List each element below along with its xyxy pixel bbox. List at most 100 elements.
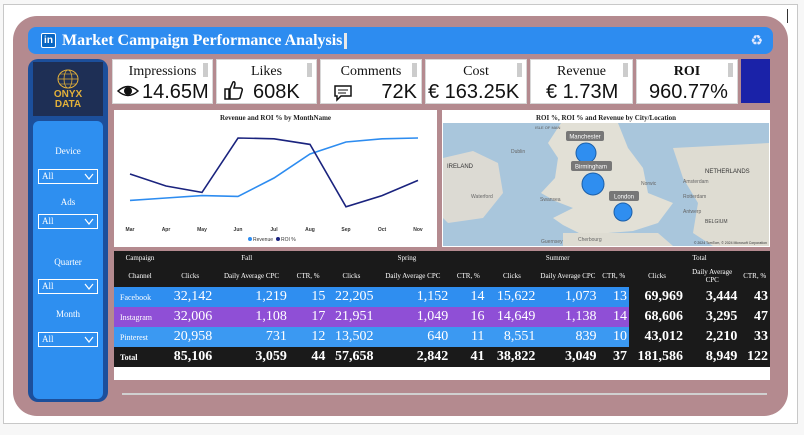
- filter-label-quarter: Quarter: [54, 257, 82, 267]
- filter-label-device: Device: [55, 146, 81, 156]
- ads-select[interactable]: All: [38, 214, 98, 229]
- table-row[interactable]: Pinterest 20,958 731 12 13,502 640 11 8,551 839 1…: [114, 327, 770, 347]
- header-clicks[interactable]: Clicks: [166, 265, 214, 287]
- header-clicks[interactable]: Clicks: [486, 265, 537, 287]
- line-chart-panel[interactable]: Revenue and ROI % by MonthName Mar Apr May…: [114, 110, 437, 247]
- value-cell: 15,622: [496, 289, 536, 304]
- text-cursor: [344, 32, 348, 49]
- value-cell: 47: [739, 307, 770, 327]
- value-cell: 14: [470, 289, 485, 304]
- kpi-cost: Cost € 163.25K: [425, 59, 527, 104]
- line-chart: Mar Apr May Jun Jul Aug Sep Oct Nov Revenue ROI %: [126, 137, 423, 243]
- map-label-rotterdam: Rotterdam: [683, 194, 706, 200]
- value-cell: 1,108: [255, 309, 287, 324]
- kpi-scroll-handle: [203, 63, 208, 77]
- settings-icon[interactable]: ♻: [750, 32, 763, 49]
- value-cell: 38,822: [496, 349, 536, 364]
- value-cell: 15: [311, 289, 326, 304]
- linkedin-icon[interactable]: in: [41, 33, 56, 48]
- value-cell: 43,012: [629, 327, 686, 347]
- chevron-down-icon: [84, 283, 94, 290]
- value-cell: 14: [613, 309, 628, 324]
- kpi-likes-label: Likes: [250, 64, 283, 79]
- value-cell: 16: [470, 309, 485, 324]
- header-channel[interactable]: Channel: [114, 265, 166, 287]
- value-cell: 22,205: [335, 289, 374, 304]
- map-label-isle-of-man: ISLE OF MAN: [535, 125, 560, 130]
- header-summer[interactable]: Summer: [486, 251, 629, 265]
- x-tick-label: Apr: [162, 227, 171, 233]
- chevron-down-icon: [84, 218, 94, 225]
- value-cell: 1,138: [565, 309, 597, 324]
- map-label-antwerp: Antwerp: [683, 209, 702, 215]
- kpi-comments: Comments 72K: [320, 59, 422, 104]
- value-cell: 33: [739, 327, 770, 347]
- kpi-scroll-handle: [307, 63, 312, 77]
- header-ctr[interactable]: CTR, %: [599, 265, 630, 287]
- title-bar: in Market Campaign Performance Analysis …: [28, 27, 773, 54]
- value-cell: 20,958: [173, 329, 213, 344]
- channel-cell: Instagram: [120, 312, 152, 322]
- header-spring[interactable]: Spring: [327, 251, 486, 265]
- header-cpc[interactable]: Daily Average CPC: [376, 265, 451, 287]
- header-cpc[interactable]: Daily Average CPC: [685, 265, 739, 287]
- table-row[interactable]: Instagram 32,006 1,108 17 21,951 1,049 16 14,64…: [114, 307, 770, 327]
- header-ctr[interactable]: CTR, %: [450, 265, 486, 287]
- table-row[interactable]: Total 85,106 3,059 44 57,658 2,842 41 38,822 3,0…: [114, 347, 770, 367]
- kpi-cost-label: Cost: [463, 64, 489, 79]
- header-ctr[interactable]: CTR, %: [289, 265, 327, 287]
- map-label-norwich: Norwic: [641, 181, 657, 187]
- ads-select-value: All: [42, 216, 54, 226]
- header-campaign: Campaign: [125, 254, 155, 262]
- value-cell: 17: [311, 309, 326, 324]
- thumbs-up-icon: [224, 81, 244, 100]
- legend-label: Revenue: [253, 237, 273, 243]
- x-tick-label: Jun: [234, 227, 243, 233]
- filter-panel: Device All Ads All Quarter All Month All: [33, 121, 103, 399]
- kpi-likes-value: 608K: [253, 81, 300, 103]
- kpi-roi-value: 960.77%: [649, 81, 728, 103]
- header-clicks[interactable]: Clicks: [629, 265, 685, 287]
- header-fall[interactable]: Fall: [166, 251, 327, 265]
- kpi-cost-value: € 163.25K: [428, 81, 520, 103]
- onyx-data-logo: ONYX DATA: [33, 62, 103, 116]
- value-cell: 8,551: [503, 329, 536, 344]
- series-line-roi[interactable]: [129, 137, 419, 208]
- legend-marker: [248, 237, 252, 241]
- series-line-revenue[interactable]: [129, 137, 419, 202]
- value-cell: 37: [613, 349, 628, 364]
- x-tick-label: Nov: [413, 227, 423, 233]
- svg-text:Birmingham: Birmingham: [575, 165, 607, 171]
- map-attribution: © 2024 TomTom, © 2024 Microsoft Corporat…: [694, 241, 767, 245]
- value-cell: 731: [265, 329, 287, 344]
- svg-text:Manchester: Manchester: [569, 135, 600, 141]
- logo-word-2: DATA: [54, 99, 82, 110]
- table-row[interactable]: Facebook 32,142 1,219 15 22,205 1,152 14 15,622…: [114, 287, 770, 307]
- quarter-select[interactable]: All: [38, 279, 98, 294]
- header-clicks[interactable]: Clicks: [327, 265, 375, 287]
- value-cell: 44: [311, 349, 326, 364]
- header-cpc[interactable]: Daily Average CPC: [537, 265, 598, 287]
- header-cpc[interactable]: Daily Average CPC: [214, 265, 289, 287]
- value-cell: 1,219: [255, 289, 287, 304]
- divider-line: [122, 393, 767, 395]
- value-cell: 3,059: [255, 349, 287, 364]
- month-select[interactable]: All: [38, 332, 98, 347]
- map-panel[interactable]: ROI %, ROI % and Revenue by City/Locatio…: [442, 110, 770, 247]
- value-cell: 640: [427, 329, 449, 344]
- uk-map[interactable]: ISLE OF MAN IRELAND Dublin NETHERLANDS W…: [443, 123, 769, 246]
- channel-cell: Total: [120, 352, 138, 362]
- map-label-swansea: Swansea: [540, 197, 561, 203]
- x-tick-label: Aug: [305, 227, 315, 233]
- kpi-roi: ROI 960.77%: [636, 59, 738, 104]
- device-select[interactable]: All: [38, 169, 98, 184]
- x-tick-label: Sep: [341, 227, 350, 233]
- header-total[interactable]: Total: [629, 251, 770, 265]
- value-cell: 68,606: [629, 307, 686, 327]
- filter-label-month: Month: [55, 309, 80, 319]
- map-label-waterford: Waterford: [471, 194, 493, 200]
- kpi-scroll-handle: [623, 63, 628, 77]
- cursor-mark: [787, 9, 788, 23]
- header-ctr[interactable]: CTR, %: [739, 265, 770, 287]
- map-label-belgium: BELGIUM: [705, 219, 728, 225]
